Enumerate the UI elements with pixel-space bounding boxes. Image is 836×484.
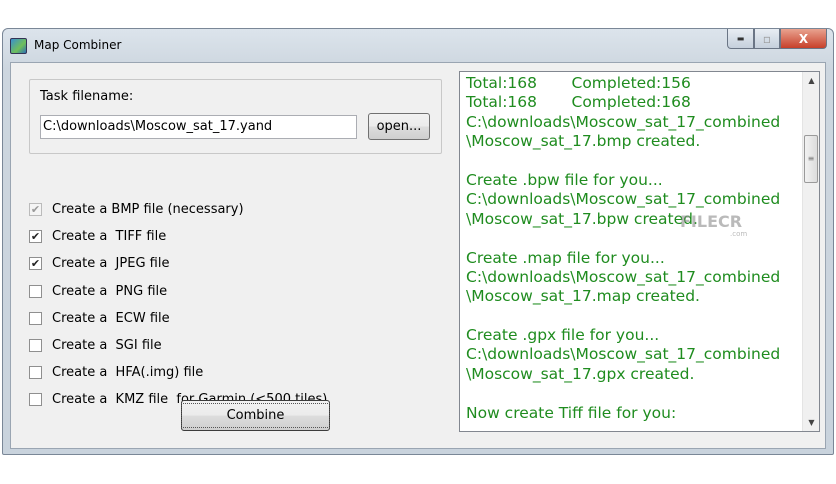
task-filename-input[interactable]: C:\downloads\Moscow_sat_17.yand (40, 115, 357, 139)
app-map-icon (10, 38, 27, 54)
option-checkbox-5[interactable]: Create a SGI file (29, 338, 162, 353)
option-checkbox-2[interactable]: ✔ Create a JPEG file (29, 256, 169, 271)
minimize-button[interactable]: ▬ (727, 29, 754, 49)
log-line: \Moscow_sat_17.bmp created. (466, 132, 701, 151)
option-label: Create a ECW file (52, 310, 170, 326)
checkbox-box[interactable]: ✔ (29, 230, 42, 244)
option-label: Create a JPEG file (52, 256, 170, 272)
checkbox-box[interactable]: ✔ (29, 257, 42, 271)
combine-button[interactable]: Combine (180, 400, 331, 431)
title-bar[interactable]: Map Combiner ▬ ▫ X (3, 29, 833, 61)
client-area: Task filename: C:\downloads\Moscow_sat_1… (10, 62, 826, 449)
maximize-icon: ▫ (762, 31, 772, 46)
option-label: Create a PNG file (52, 283, 168, 299)
checkbox-box[interactable] (29, 311, 42, 325)
log-line: Total:168 Completed:156 (466, 74, 691, 92)
log-scrollbar[interactable]: ▲ ≡ ▼ (802, 72, 819, 431)
log-line: Create .map file for you... (466, 248, 665, 267)
scroll-down-arrow-icon[interactable]: ▼ (803, 414, 820, 431)
combine-label: Combine (180, 403, 331, 428)
log-line: \Moscow_sat_17.gpx created. (466, 364, 695, 383)
open-button[interactable]: open... (368, 113, 430, 140)
option-label: Create a TIFF file (52, 229, 167, 245)
log-line: C:\downloads\Moscow_sat_17_combined (466, 267, 781, 286)
log-line: \Moscow_sat_17.map created. (466, 287, 700, 306)
log-line: Create .gpx file for you... (466, 326, 660, 345)
option-label: Create a BMP file (necessary) (52, 202, 244, 217)
log-line: Now create Tiff file for you: (466, 403, 677, 422)
watermark: FILECR .com (680, 212, 748, 238)
checkbox-box: ✔ (29, 203, 42, 216)
option-checkbox-3[interactable]: Create a PNG file (29, 284, 167, 299)
map-combiner-window: Map Combiner ▬ ▫ X Task filename: C:\dow… (2, 28, 834, 455)
log-line: Total:168 Completed:168 (466, 93, 691, 112)
option-label: Create a SGI file (52, 338, 162, 353)
log-output[interactable]: Total:168 Completed:156 Total:168 Complet… (459, 71, 820, 432)
close-button[interactable]: X (780, 29, 827, 49)
task-filename-label: Task filename: (40, 89, 134, 104)
option-label: Create a HFA(.img) file (52, 365, 204, 381)
log-line: Create .bpw file for you... (466, 170, 663, 189)
option-checkbox-6[interactable]: Create a HFA(.img) file (29, 365, 203, 380)
maximize-button[interactable]: ▫ (754, 29, 780, 49)
scroll-thumb[interactable]: ≡ (804, 135, 818, 183)
minimize-icon: ▬ (736, 34, 745, 43)
scroll-up-arrow-icon[interactable]: ▲ (803, 72, 820, 89)
log-line: C:\downloads\Moscow_sat_17_combined (466, 345, 781, 364)
task-group: Task filename: C:\downloads\Moscow_sat_1… (29, 79, 442, 154)
checkbox-box[interactable] (29, 366, 42, 380)
checkbox-box[interactable] (29, 393, 42, 407)
log-line: C:\downloads\Moscow_sat_17_combined (466, 112, 781, 131)
window-title: Map Combiner (34, 38, 122, 52)
log-lines: Total:168 Completed:156 Total:168 Complet… (466, 74, 780, 423)
option-checkbox-0: ✔ Create a BMP file (necessary) (29, 202, 244, 217)
checkbox-box[interactable] (29, 284, 42, 298)
option-checkbox-1[interactable]: ✔ Create a TIFF file (29, 229, 166, 244)
close-icon: X (798, 31, 809, 46)
option-checkbox-4[interactable]: Create a ECW file (29, 311, 170, 326)
checkbox-box[interactable] (29, 339, 42, 352)
log-line: C:\downloads\Moscow_sat_17_combined (466, 190, 781, 209)
